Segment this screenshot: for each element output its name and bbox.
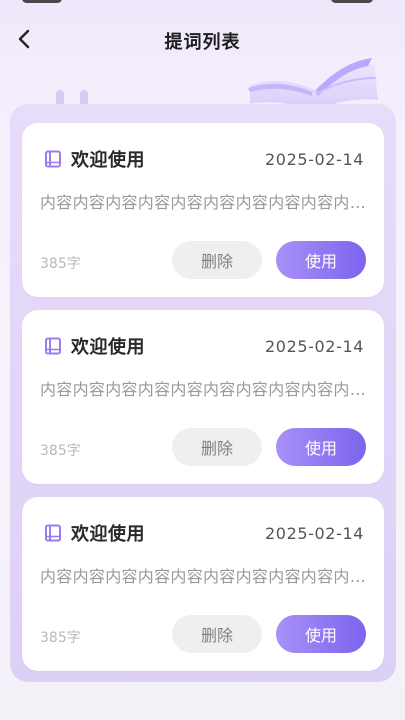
card-word-count: 385字	[40, 443, 81, 459]
document-icon	[44, 337, 62, 355]
page-title: 提词列表	[164, 32, 241, 53]
document-icon	[44, 524, 62, 542]
delete-button[interactable]: 删除	[172, 241, 262, 279]
status-bar-indicators	[331, 0, 373, 3]
card-word-count: 385字	[40, 630, 81, 646]
use-button[interactable]: 使用	[276, 615, 366, 653]
status-bar	[0, 0, 405, 6]
card-title: 欢迎使用	[71, 337, 145, 358]
status-bar-time	[22, 0, 62, 3]
card-content-preview: 内容内容内容内容内容内容内容内容内容内容内容内容	[40, 193, 368, 212]
prompt-card[interactable]: 欢迎使用 2025-02-14 内容内容内容内容内容内容内容内容内容内容内容内容…	[22, 123, 384, 297]
card-header: 欢迎使用 2025-02-14	[44, 519, 364, 547]
use-button[interactable]: 使用	[276, 428, 366, 466]
document-icon	[44, 150, 62, 168]
card-title: 欢迎使用	[71, 150, 145, 171]
card-date: 2025-02-14	[265, 149, 364, 169]
card-date: 2025-02-14	[265, 336, 364, 356]
use-button[interactable]: 使用	[276, 241, 366, 279]
card-header: 欢迎使用 2025-02-14	[44, 332, 364, 360]
prompt-card[interactable]: 欢迎使用 2025-02-14 内容内容内容内容内容内容内容内容内容内容内容内容…	[22, 497, 384, 671]
delete-button[interactable]: 删除	[172, 428, 262, 466]
card-content-preview: 内容内容内容内容内容内容内容内容内容内容内容内容	[40, 380, 368, 399]
card-date: 2025-02-14	[265, 523, 364, 543]
card-header: 欢迎使用 2025-02-14	[44, 145, 364, 173]
top-navigation-bar: 提词列表	[0, 22, 405, 58]
card-title: 欢迎使用	[71, 524, 145, 545]
card-content-preview: 内容内容内容内容内容内容内容内容内容内容内容内容	[40, 567, 368, 586]
delete-button[interactable]: 删除	[172, 615, 262, 653]
card-word-count: 385字	[40, 256, 81, 272]
prompt-card[interactable]: 欢迎使用 2025-02-14 内容内容内容内容内容内容内容内容内容内容内容内容…	[22, 310, 384, 484]
